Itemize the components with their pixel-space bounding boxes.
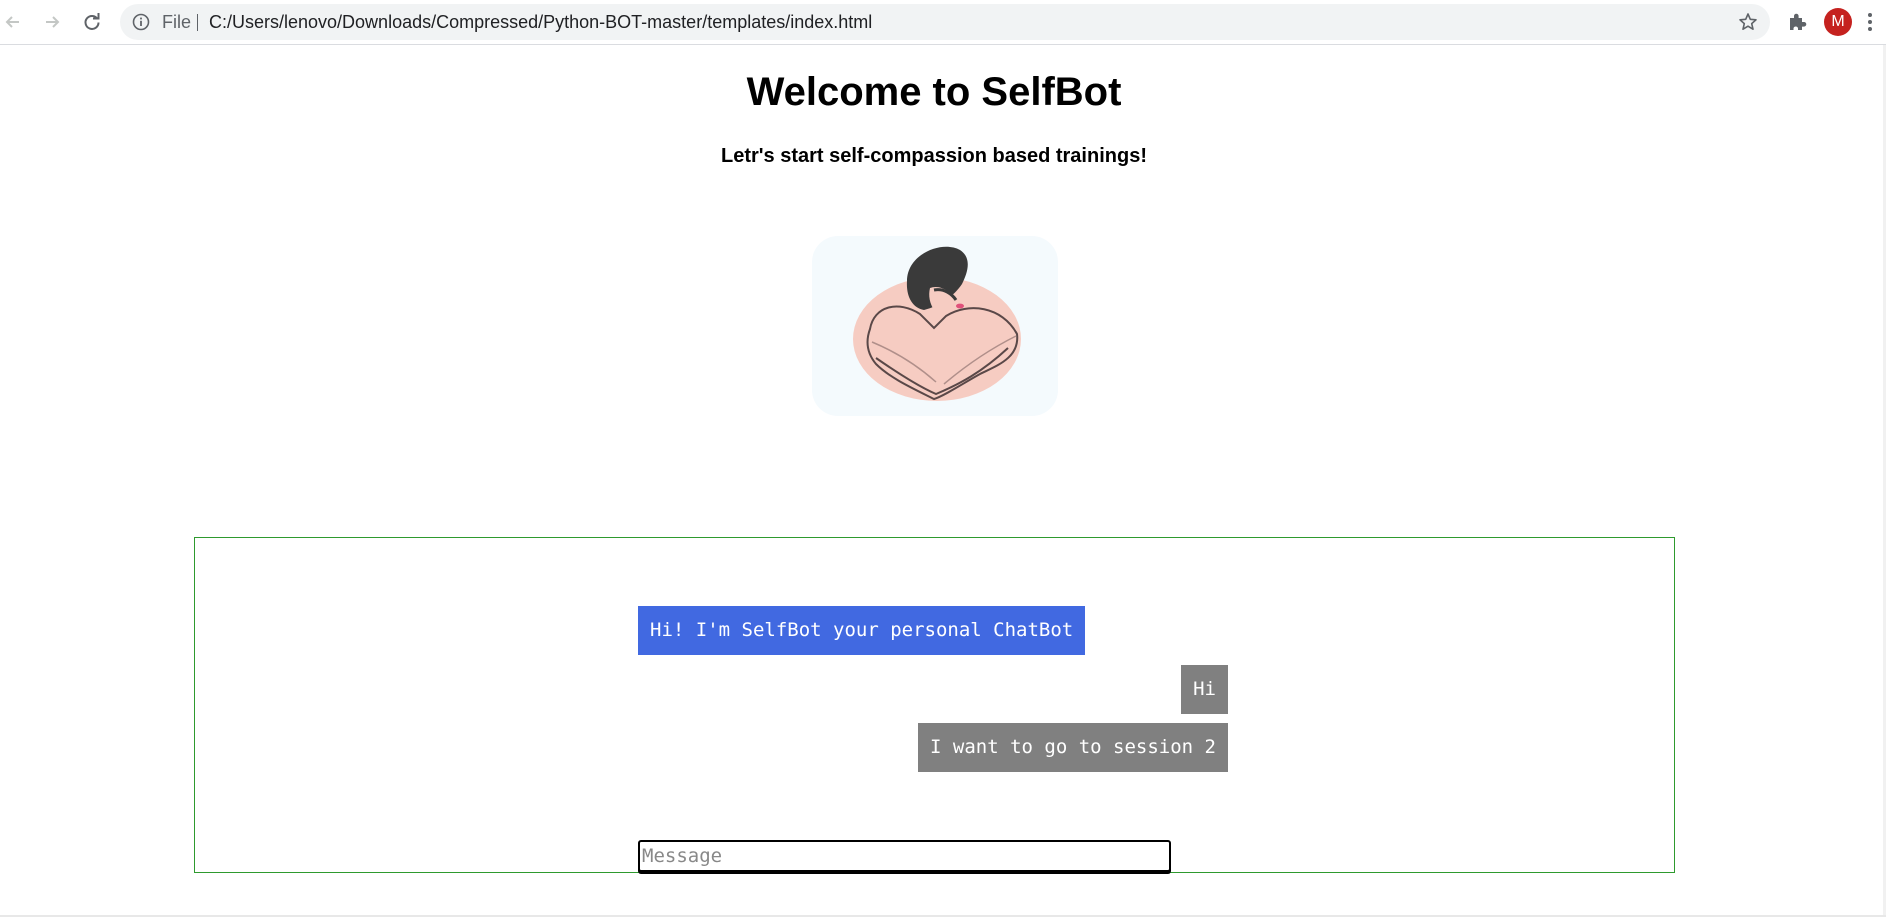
back-button[interactable]	[0, 8, 26, 36]
message-input[interactable]	[638, 840, 1171, 872]
browser-toolbar: File C:/Users/lenovo/Downloads/Compresse…	[0, 0, 1886, 45]
user-message: Hi	[1181, 665, 1228, 714]
extensions-icon[interactable]	[1786, 11, 1808, 33]
scheme-label: File	[162, 12, 192, 32]
url-text[interactable]: C:/Users/lenovo/Downloads/Compressed/Pyt…	[209, 4, 872, 40]
page-subtitle: Letr's start self-compassion based train…	[721, 145, 1147, 167]
back-icon	[5, 16, 19, 28]
user-message: I want to go to session 2	[918, 723, 1228, 772]
info-icon[interactable]	[132, 13, 150, 31]
page-title: Welcome to SelfBot	[746, 70, 1122, 114]
reload-icon	[84, 13, 100, 30]
menu-icon[interactable]	[1866, 11, 1874, 33]
forward-icon	[46, 16, 60, 28]
star-icon[interactable]	[1738, 12, 1758, 32]
bot-message: Hi! I'm SelfBot your personal ChatBot	[638, 606, 1086, 655]
scheme-separator	[197, 14, 198, 31]
self-hug-illustration	[812, 236, 1058, 416]
forward-button[interactable]	[39, 8, 65, 36]
address-bar[interactable]: File C:/Users/lenovo/Downloads/Compresse…	[120, 4, 1770, 40]
reload-button[interactable]	[79, 8, 105, 36]
chat-window: Hi! I'm SelfBot your personal ChatBot Hi…	[194, 537, 1675, 873]
profile-avatar[interactable]: M	[1824, 8, 1852, 36]
